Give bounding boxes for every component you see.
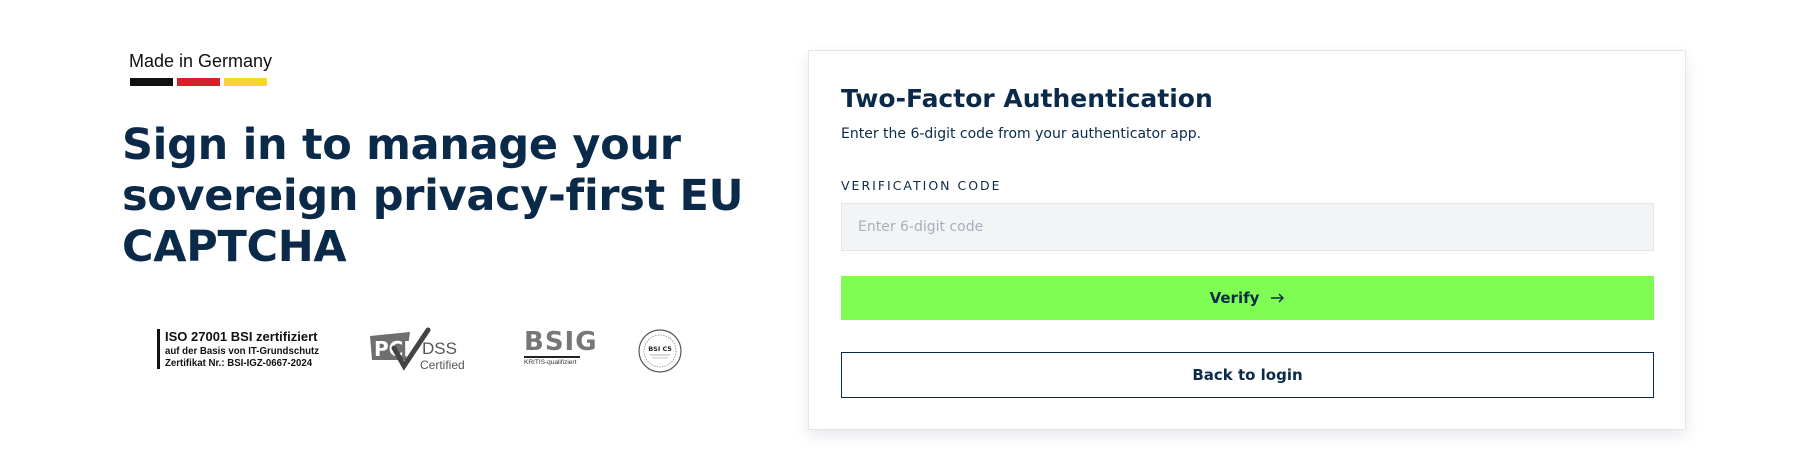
bsig-letters: BSIG bbox=[524, 327, 598, 357]
bsi-c5-seal-logo: BSI C5 bbox=[638, 329, 682, 373]
verify-button[interactable]: Verify bbox=[841, 276, 1654, 320]
iso-line-1: ISO 27001 BSI zertifiziert bbox=[165, 329, 318, 344]
pci-certified-text: Certified bbox=[420, 358, 465, 372]
two-factor-card: Two-Factor Authentication Enter the 6-di… bbox=[808, 50, 1686, 430]
bsig-kritis-logo: BSIG KRITIS-qualifiziert bbox=[524, 327, 598, 374]
iso-27001-certification-logo: ISO 27001 BSI zertifiziert auf der Basis… bbox=[157, 329, 332, 369]
iso-line-2: auf der Basis von IT-Grundschutz bbox=[165, 345, 320, 357]
hero-headline: Sign in to manage your sovereign privacy… bbox=[122, 120, 744, 272]
bsig-subtitle: KRITIS-qualifiziert bbox=[524, 356, 580, 366]
flag-stripe-red bbox=[177, 78, 220, 86]
verify-button-label: Verify bbox=[1209, 289, 1260, 307]
card-subtitle: Enter the 6-digit code from your authent… bbox=[841, 126, 1202, 142]
verification-code-label: VERIFICATION CODE bbox=[841, 178, 1002, 193]
verification-code-input[interactable] bbox=[841, 203, 1654, 251]
arrow-right-icon bbox=[1271, 289, 1285, 307]
pci-dss-certified-logo: PCI DSS Certified bbox=[370, 326, 466, 372]
card-title: Two-Factor Authentication bbox=[841, 84, 1213, 113]
made-in-germany-label: Made in Germany bbox=[129, 51, 273, 71]
pci-dss-text: DSS bbox=[422, 339, 457, 358]
seal-label: BSI C5 bbox=[648, 345, 672, 353]
iso-line-3: Zertifikat Nr.: BSI-IGZ-0667-2024 bbox=[165, 357, 313, 369]
flag-stripe-gold bbox=[224, 78, 267, 86]
back-to-login-button[interactable]: Back to login bbox=[841, 352, 1654, 398]
iso-logo-bar bbox=[157, 329, 160, 369]
flag-stripe-black bbox=[130, 78, 173, 86]
german-flag-stripes bbox=[130, 78, 267, 86]
